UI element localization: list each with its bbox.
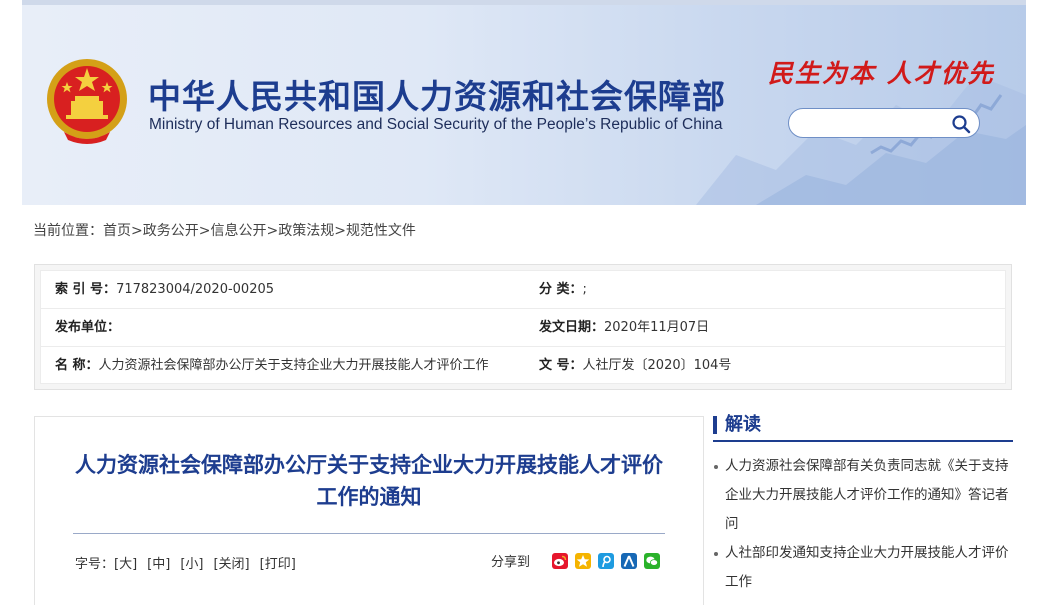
banner-top-strip xyxy=(22,0,1026,5)
info-row: 名 称：人力资源社会保障部办公厅关于支持企业大力开展技能人才评价工作 文 号：人… xyxy=(41,347,1005,385)
issue-date-value: 2020年11月07日 xyxy=(604,320,710,335)
category-field: 分 类：; xyxy=(539,271,999,309)
category-label: 分 类： xyxy=(539,282,583,297)
issue-date-label: 发文日期： xyxy=(539,320,605,335)
doc-number-value: 人社厅发〔2020〕104号 xyxy=(582,358,732,373)
share-label: 分享到 xyxy=(491,555,531,570)
search-box xyxy=(788,108,980,138)
sidebar-heading: 解读 xyxy=(725,414,761,435)
search-icon[interactable] xyxy=(951,114,971,134)
search-input[interactable] xyxy=(801,113,951,133)
font-large-button[interactable]: [大] xyxy=(114,557,137,572)
font-size-controls: 字号：[大] [中] [小] [关闭] [打印] xyxy=(75,553,306,572)
header-banner: 中华人民共和国人力资源和社会保障部 Ministry of Human Reso… xyxy=(22,0,1026,205)
index-number-value: 717823004/2020-00205 xyxy=(116,282,275,297)
breadcrumb-prefix: 当前位置： xyxy=(33,223,103,239)
interpretation-sidebar: 解读 人力资源社会保障部有关负责同志就《关于支持企业大力开展技能人才评价工作的通… xyxy=(713,412,1013,605)
close-button[interactable]: [关闭] xyxy=(213,557,249,572)
font-small-button[interactable]: [小] xyxy=(180,557,203,572)
doc-name-value: 人力资源社会保障部办公厅关于支持企业大力开展技能人才评价工作 xyxy=(98,358,489,373)
breadcrumb-normative-docs[interactable]: 规范性文件 xyxy=(346,220,416,240)
breadcrumb-separator: > xyxy=(198,223,211,239)
print-button[interactable]: [打印] xyxy=(260,557,296,572)
sidebar-header: 解读 xyxy=(713,412,1013,442)
share-bar: 分享到 xyxy=(491,551,667,570)
publisher-label: 发布单位： xyxy=(55,320,121,335)
document-info-table: 索 引 号：717823004/2020-00205 分 类：; 发布单位： 发… xyxy=(40,270,1006,384)
issue-date-field: 发文日期：2020年11月07日 xyxy=(539,309,999,347)
info-row: 发布单位： 发文日期：2020年11月07日 xyxy=(41,309,1005,347)
doc-name-label: 名 称： xyxy=(55,358,99,373)
doc-number-field: 文 号：人社厅发〔2020〕104号 xyxy=(539,347,999,385)
breadcrumb-home[interactable]: 首页 xyxy=(103,220,131,240)
font-medium-button[interactable]: [中] xyxy=(147,557,170,572)
wechat-icon[interactable] xyxy=(644,552,661,569)
article-panel: 人力资源社会保障部办公厅关于支持企业大力开展技能人才评价工作的通知 字号：[大]… xyxy=(34,416,704,605)
sidebar-item-notice[interactable]: 人社部印发通知支持企业大力开展技能人才评价工作 xyxy=(713,539,1013,597)
sidebar-header-bar xyxy=(713,416,717,434)
national-emblem-icon xyxy=(47,59,127,144)
publisher-field: 发布单位： xyxy=(55,309,525,347)
sidebar-list: 人力资源社会保障部有关负责同志就《关于支持企业大力开展技能人才评价工作的通知》答… xyxy=(713,452,1013,597)
category-value: ; xyxy=(582,282,587,297)
article-title: 人力资源社会保障部办公厅关于支持企业大力开展技能人才评价工作的通知 xyxy=(75,453,663,509)
breadcrumb-info-public[interactable]: 信息公开 xyxy=(210,220,266,240)
index-number-field: 索 引 号：717823004/2020-00205 xyxy=(55,271,525,309)
site-title-cn: 中华人民共和国人力资源和社会保障部 xyxy=(148,77,726,116)
breadcrumb-policy[interactable]: 政策法规 xyxy=(278,220,334,240)
index-number-label: 索 引 号： xyxy=(55,282,117,297)
qzone-icon[interactable] xyxy=(575,552,592,569)
tencent-weibo-icon[interactable] xyxy=(598,552,615,569)
article-divider xyxy=(73,533,665,534)
site-slogan: 民生为本 人才优先 xyxy=(768,59,995,88)
breadcrumb-separator: > xyxy=(131,223,143,239)
breadcrumb-separator: > xyxy=(334,223,346,239)
weibo-icon[interactable] xyxy=(552,552,569,569)
renren-icon[interactable] xyxy=(621,552,638,569)
breadcrumb-gov-affairs[interactable]: 政务公开 xyxy=(143,220,199,240)
document-info-panel: 索 引 号：717823004/2020-00205 分 类：; 发布单位： 发… xyxy=(34,264,1012,390)
sidebar-item-interview[interactable]: 人力资源社会保障部有关负责同志就《关于支持企业大力开展技能人才评价工作的通知》答… xyxy=(713,452,1013,539)
doc-number-label: 文 号： xyxy=(539,358,583,373)
doc-name-field: 名 称：人力资源社会保障部办公厅关于支持企业大力开展技能人才评价工作 xyxy=(55,347,525,385)
info-row: 索 引 号：717823004/2020-00205 分 类：; xyxy=(41,271,1005,309)
site-title-en: Ministry of Human Resources and Social S… xyxy=(149,116,723,133)
font-size-label: 字号： xyxy=(75,557,115,572)
breadcrumb-separator: > xyxy=(266,223,279,239)
breadcrumb: 当前位置：首页>政务公开>信息公开>政策法规>规范性文件 xyxy=(33,220,416,240)
